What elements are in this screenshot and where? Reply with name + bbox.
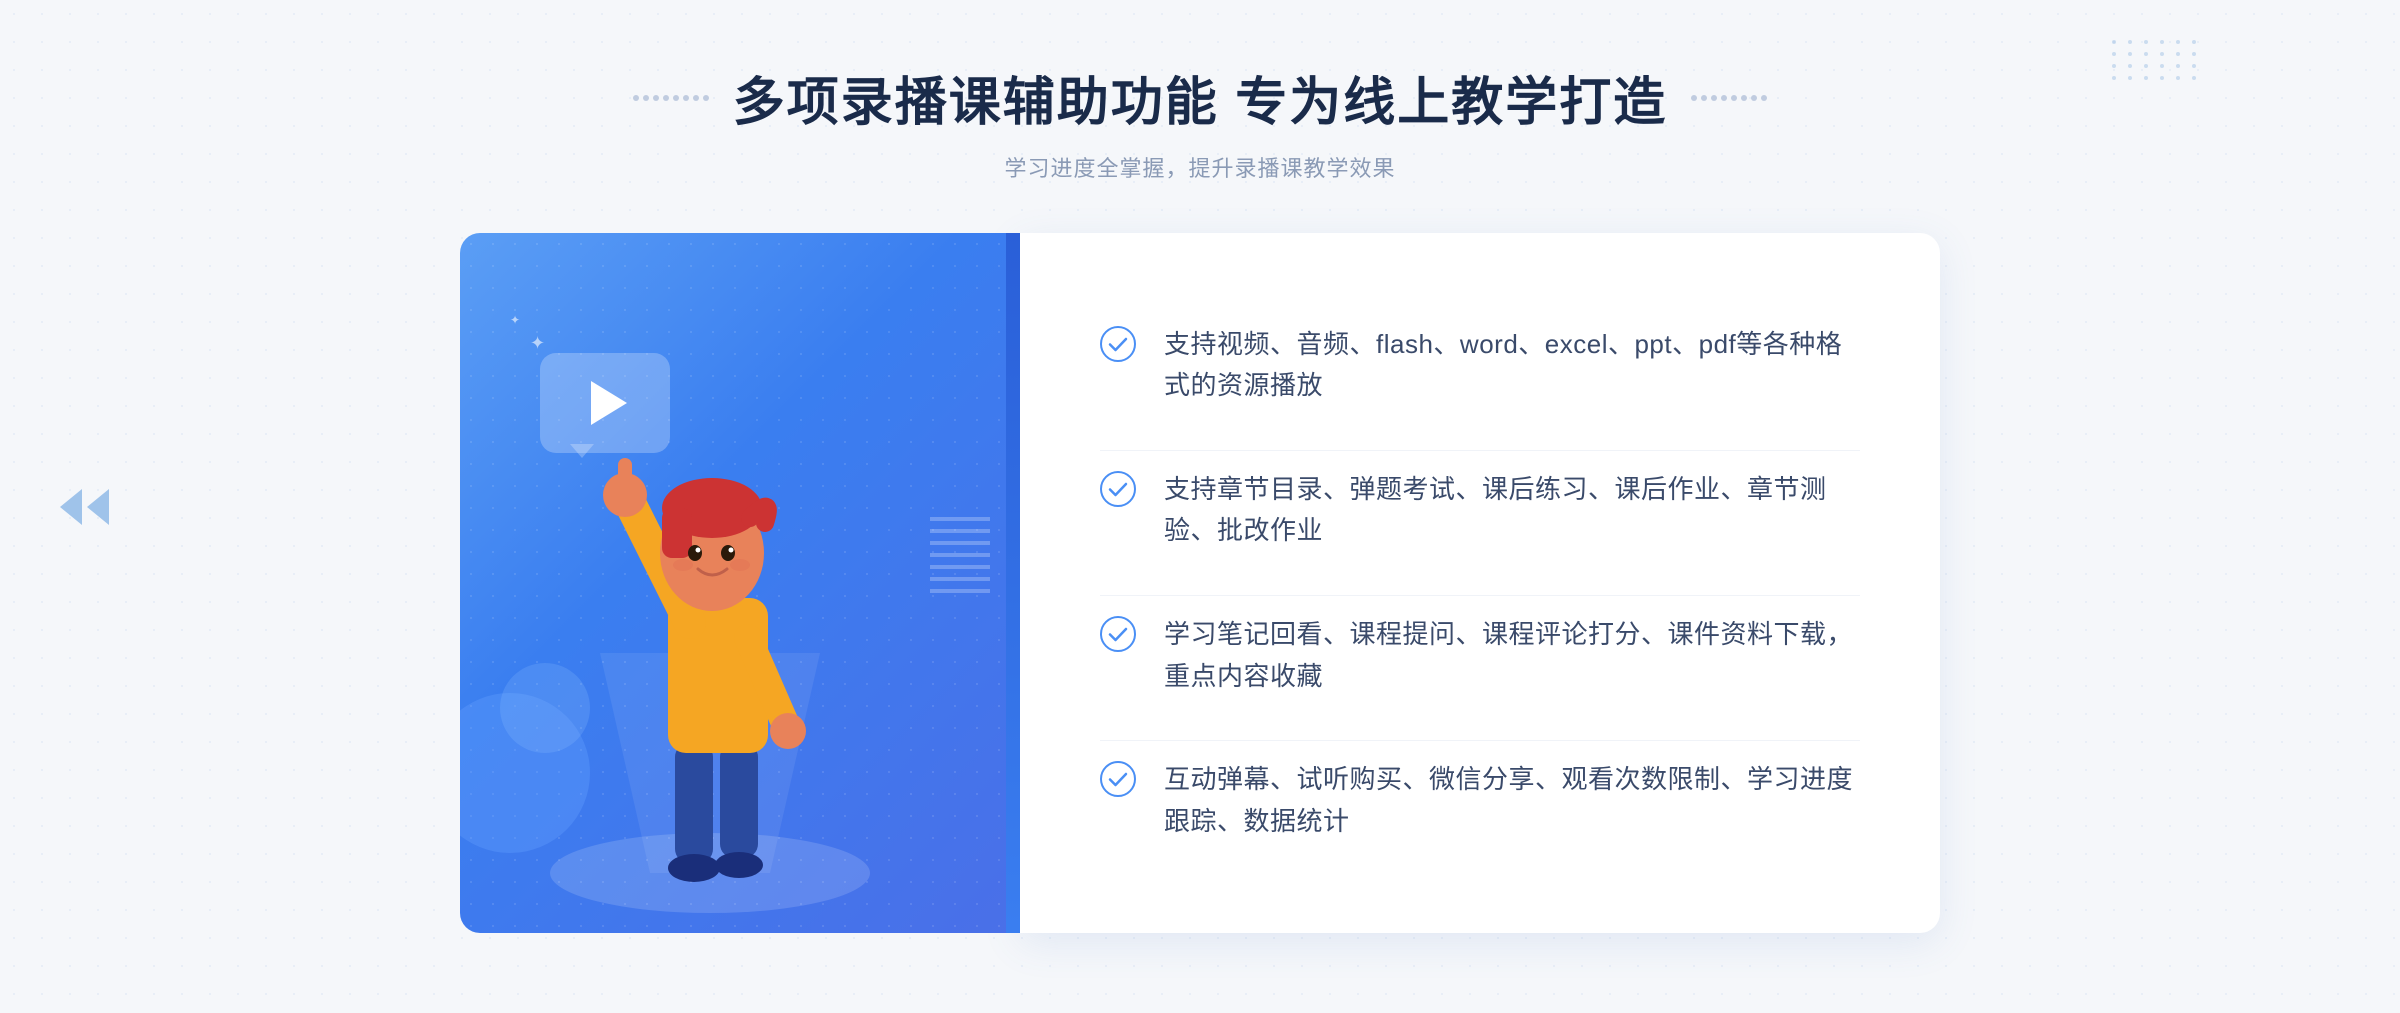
left-chevron-decoration (60, 489, 109, 525)
stripes-decoration (930, 513, 990, 593)
header-section: 多项录播课辅助功能 专为线上教学打造 学习进度全掌握，提升录播课教学效果 (633, 60, 1767, 183)
feature-text-1: 支持视频、音频、flash、word、excel、ppt、pdf等各种格式的资源… (1164, 324, 1860, 407)
feature-item-4: 互动弹幕、试听购买、微信分享、观看次数限制、学习进度跟踪、数据统计 (1100, 740, 1860, 860)
page-title: 多项录播课辅助功能 专为线上教学打造 (733, 60, 1667, 135)
check-circle-icon-1 (1100, 326, 1136, 362)
page-container: 多项录播课辅助功能 专为线上教学打造 学习进度全掌握，提升录播课教学效果 (0, 0, 2400, 1013)
person-illustration (520, 353, 900, 933)
chevron-icon (87, 489, 109, 525)
content-area: 支持视频、音频、flash、word、excel、ppt、pdf等各种格式的资源… (460, 233, 1940, 933)
accent-bar (1006, 233, 1020, 933)
deco-dots-top-right (2112, 40, 2200, 80)
feature-item-2: 支持章节目录、弹题考试、课后练习、课后作业、章节测验、批改作业 (1100, 450, 1860, 570)
feature-text-4: 互动弹幕、试听购买、微信分享、观看次数限制、学习进度跟踪、数据统计 (1164, 759, 1860, 842)
feature-text-3: 学习笔记回看、课程提问、课程评论打分、课件资料下载，重点内容收藏 (1164, 614, 1860, 697)
title-dots-right (1691, 95, 1767, 101)
chevron-icon (60, 489, 82, 525)
features-panel: 支持视频、音频、flash、word、excel、ppt、pdf等各种格式的资源… (1020, 233, 1940, 933)
title-row: 多项录播课辅助功能 专为线上教学打造 (633, 60, 1767, 135)
check-circle-icon-2 (1100, 471, 1136, 507)
check-circle-icon-3 (1100, 616, 1136, 652)
feature-item-1: 支持视频、音频、flash、word、excel、ppt、pdf等各种格式的资源… (1100, 306, 1860, 425)
page-subtitle: 学习进度全掌握，提升录播课教学效果 (633, 151, 1767, 183)
feature-item-3: 学习笔记回看、课程提问、课程评论打分、课件资料下载，重点内容收藏 (1100, 595, 1860, 715)
feature-text-2: 支持章节目录、弹题考试、课后练习、课后作业、章节测验、批改作业 (1164, 469, 1860, 552)
check-circle-icon-4 (1100, 761, 1136, 797)
illustration-card (460, 233, 1020, 933)
title-dots-left (633, 95, 709, 101)
